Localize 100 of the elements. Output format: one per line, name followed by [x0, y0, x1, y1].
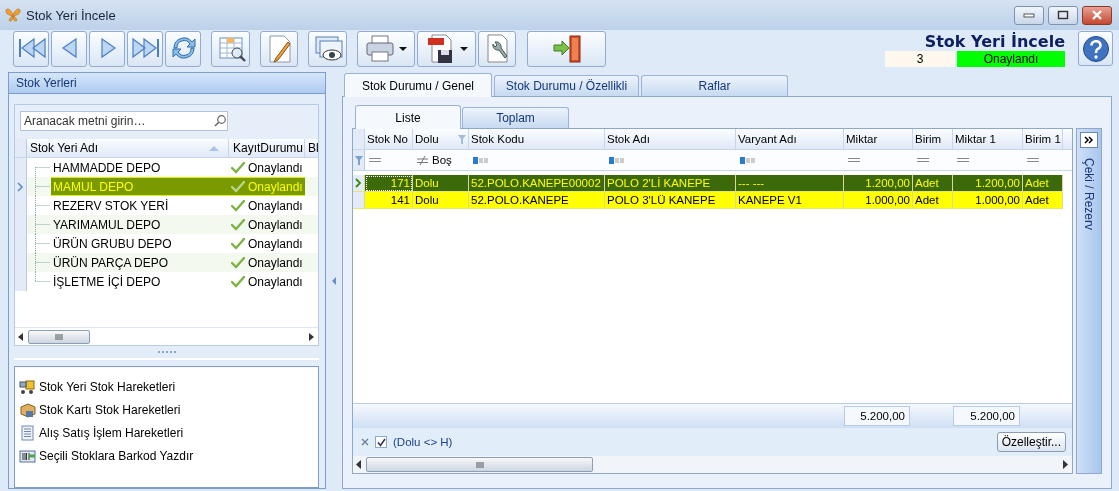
table-cell: --- --- — [736, 175, 844, 192]
next-button[interactable] — [89, 31, 125, 67]
status-text: Onaylandı — [248, 217, 303, 232]
sort-ascending-icon — [208, 144, 220, 152]
location-name: ÜRÜN PARÇA DEPO — [52, 254, 170, 272]
customize-button[interactable]: Özelleştir... — [996, 432, 1066, 452]
text-filter-icon — [609, 156, 625, 164]
grip-icon — [55, 333, 63, 340]
box-icon — [19, 401, 36, 418]
tree-row[interactable]: YARIMAMUL DEPO Onaylandı — [15, 215, 318, 234]
tab[interactable]: Stok Durumu / Özellikli — [494, 75, 639, 96]
checkmark-icon — [376, 437, 386, 447]
edit-button[interactable] — [260, 31, 298, 67]
row-pointer-icon — [17, 181, 24, 192]
maximize-button[interactable] — [1048, 5, 1078, 25]
previous-button[interactable] — [51, 31, 87, 67]
preview-button[interactable] — [308, 31, 347, 67]
table-cell: Adet — [913, 192, 953, 209]
expand-button[interactable] — [1080, 132, 1098, 148]
equals-icon — [1027, 157, 1039, 163]
table-cell: 1.200,00 — [844, 175, 913, 192]
close-button[interactable] — [1082, 5, 1112, 25]
filter-cell[interactable]: Boş — [413, 150, 469, 170]
checkbox[interactable] — [375, 436, 387, 448]
help-button[interactable] — [1078, 31, 1113, 66]
exit-button[interactable] — [527, 31, 606, 67]
filter-text[interactable]: (Dolu <> H) — [393, 436, 453, 448]
pdf-export-button[interactable] — [417, 31, 476, 67]
settings-button[interactable] — [478, 31, 516, 67]
column-header[interactable]: Varyant Adı — [736, 129, 844, 149]
column-header[interactable]: Miktar — [844, 129, 913, 149]
table-cell: 52.POLO.KANEPE00002 — [469, 175, 605, 192]
tab[interactable]: Toplam — [462, 107, 569, 128]
action-link[interactable]: Stok Yeri Stok Hareketleri — [39, 379, 176, 394]
filter-value: Boş — [432, 154, 452, 166]
column-header[interactable]: Birim 1 — [1023, 129, 1063, 149]
scrollbar-thumb[interactable] — [28, 329, 90, 344]
equals-icon — [917, 157, 929, 163]
splitter-grip-icon[interactable] — [156, 350, 177, 354]
document-icon — [19, 424, 36, 441]
scroll-right-icon[interactable] — [1063, 460, 1069, 469]
horizontal-scrollbar[interactable] — [353, 456, 1072, 473]
column-header[interactable]: Miktar 1 — [953, 129, 1023, 149]
column-total: 5.200,00 — [844, 406, 910, 426]
horizontal-scrollbar[interactable] — [15, 327, 318, 345]
table-cell: 141 — [365, 192, 413, 209]
table-cell: POLO 2'Lİ KANEPE — [605, 175, 736, 192]
panel-header: Stok Yerleri — [9, 73, 325, 94]
table-row[interactable]: 171 Dolu 52.POLO.KANEPE00002 POLO 2'Lİ KANEPE --- --- 1.200,00 Adet 1.200,00 Adet — [353, 175, 1072, 192]
tree-row[interactable]: REZERV STOK YERİ Onaylandı — [15, 196, 318, 215]
check-icon — [231, 161, 245, 174]
tab[interactable]: Stok Durumu / Genel — [344, 73, 492, 97]
column-header[interactable]: Stok Adı — [605, 129, 736, 149]
scrollbar-thumb[interactable] — [366, 457, 593, 472]
column-header[interactable]: Bl — [305, 141, 318, 155]
tree-row[interactable]: ÜRÜN GRUBU DEPO Onaylandı — [15, 234, 318, 253]
scroll-right-icon[interactable] — [309, 332, 315, 341]
column-header[interactable]: Stok No — [365, 129, 413, 149]
table-cell: Dolu — [413, 175, 469, 192]
action-link[interactable]: Stok Kartı Stok Hareketleri — [39, 402, 181, 417]
help-icon — [1081, 34, 1110, 63]
row-pointer-icon — [355, 178, 362, 188]
status-text: Onaylandı — [248, 179, 303, 194]
table-cell: 1.000,00 — [953, 192, 1023, 209]
column-header[interactable]: KayıtDurumu — [229, 139, 305, 157]
scroll-left-icon[interactable] — [356, 460, 362, 469]
collapse-arrow-icon[interactable] — [331, 276, 337, 285]
row-indicator — [353, 192, 365, 209]
table-row[interactable]: 141 Dolu 52.POLO.KANEPE POLO 3'LÜ KANEPE KANEPE V1 1.000,00 Adet 1.000,00 Adet — [353, 192, 1072, 209]
action-link[interactable]: Alış Satış İşlem Hareketleri — [39, 425, 184, 440]
column-header[interactable]: Stok Yeri Adı — [27, 139, 229, 157]
status-text: Onaylandı — [248, 198, 303, 213]
scroll-left-icon[interactable] — [18, 332, 24, 341]
close-icon[interactable] — [361, 438, 369, 446]
tree-row[interactable]: ÜRÜN PARÇA DEPO Onaylandı — [15, 253, 318, 272]
table-cell: 171 — [365, 175, 413, 192]
side-panel-label[interactable]: Çeki / Rezerv — [1082, 158, 1096, 231]
window-title: Stok Yeri İncele — [26, 7, 116, 23]
location-name: REZERV STOK YERİ — [52, 197, 170, 215]
table-cell: 1.200,00 — [953, 175, 1023, 192]
tab[interactable]: Raflar — [641, 75, 788, 96]
tree-row[interactable]: İŞLETME İÇİ DEPO Onaylandı — [15, 272, 318, 291]
first-button[interactable] — [13, 31, 49, 67]
check-icon — [231, 275, 245, 288]
status-text: Onaylandı — [248, 274, 303, 289]
column-header[interactable]: Dolu — [413, 129, 469, 149]
location-name: ÜRÜN GRUBU DEPO — [52, 235, 173, 253]
table-cell: 52.POLO.KANEPE — [469, 192, 605, 209]
action-link[interactable]: Seçili Stoklara Barkod Yazdır — [39, 448, 194, 463]
refresh-button[interactable] — [165, 31, 201, 67]
butterfly-icon — [5, 7, 21, 23]
search-field[interactable]: Aranacak metni girin… — [20, 111, 228, 131]
column-header[interactable]: Stok Kodu — [469, 129, 605, 149]
column-header[interactable]: Birim — [913, 129, 953, 149]
table-search-button[interactable] — [211, 31, 250, 67]
tab[interactable]: Liste — [355, 105, 461, 129]
tree-row[interactable]: HAMMADDE DEPO Onaylandı — [15, 158, 318, 177]
last-button[interactable] — [127, 31, 163, 67]
check-icon — [231, 237, 245, 250]
location-name: İŞLETME İÇİ DEPO — [52, 273, 162, 291]
